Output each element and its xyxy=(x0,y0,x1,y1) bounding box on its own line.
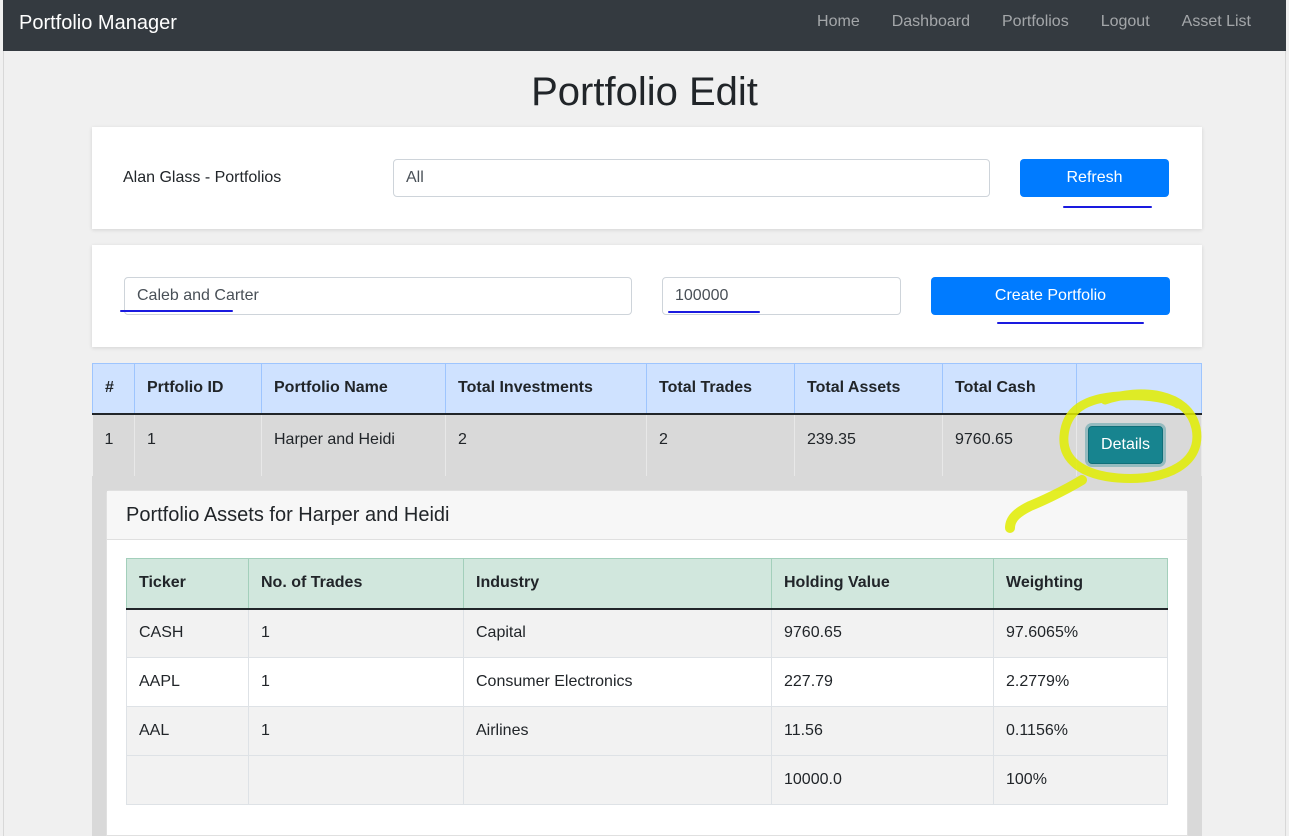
col-total-investments: Total Investments xyxy=(445,363,647,415)
cell-index: 1 xyxy=(92,413,135,476)
totals-row: 10000.0 100% xyxy=(126,755,1168,805)
cell-portfolio-id: 1 xyxy=(134,413,262,476)
nav-links: Home Dashboard Portfolios Logout Asset L… xyxy=(817,13,1286,31)
cell-industry: Airlines xyxy=(463,706,772,756)
table-row: CASH 1 Capital 9760.65 97.6065% xyxy=(126,608,1168,658)
cell-holding-value: 227.79 xyxy=(771,657,994,707)
create-portfolio-button[interactable]: Create Portfolio xyxy=(931,277,1170,315)
brand-logo[interactable]: Portfolio Manager xyxy=(19,12,177,35)
col-weighting: Weighting xyxy=(993,558,1168,610)
cell-industry: Capital xyxy=(463,608,772,658)
portfolios-table-header: # Prtfolio ID Portfolio Name Total Inves… xyxy=(92,363,1202,415)
col-number-of-trades: No. of Trades xyxy=(248,558,464,610)
col-total-assets: Total Assets xyxy=(794,363,943,415)
create-portfolio-card: Caleb and Carter 100000 Create Portfolio xyxy=(92,245,1202,347)
owner-label: Alan Glass - Portfolios xyxy=(123,169,282,186)
cell-weighting: 2.2779% xyxy=(993,657,1168,707)
nav-logout-link[interactable]: Logout xyxy=(1101,13,1150,31)
table-row: AAPL 1 Consumer Electronics 227.79 2.277… xyxy=(126,657,1168,707)
table-row: 1 1 Harper and Heidi 2 2 239.35 9760.65 xyxy=(92,413,1202,476)
portfolio-filter-card: Alan Glass - Portfolios All Refresh xyxy=(92,127,1202,229)
col-total-trades: Total Trades xyxy=(646,363,795,415)
assets-table: Ticker No. of Trades Industry Holding Va… xyxy=(126,558,1168,805)
cell-ticker: AAL xyxy=(126,706,249,756)
portfolio-filter-select[interactable]: All xyxy=(393,159,990,197)
nav-asset-list-link[interactable]: Asset List xyxy=(1182,13,1251,31)
cell-trades: 1 xyxy=(248,657,464,707)
col-actions xyxy=(1076,363,1202,415)
cell-total-trades: 2 xyxy=(646,413,795,476)
col-industry: Industry xyxy=(463,558,772,610)
cell-total-cash: 9760.65 xyxy=(942,413,1077,476)
cell-empty xyxy=(126,755,249,805)
initial-cash-input[interactable]: 100000 xyxy=(662,277,901,315)
ink-underline-create xyxy=(997,322,1144,324)
col-ticker: Ticker xyxy=(126,558,249,610)
cell-empty xyxy=(463,755,772,805)
cell-total-weighting: 100% xyxy=(993,755,1168,805)
cell-weighting: 0.1156% xyxy=(993,706,1168,756)
cell-total-assets: 239.35 xyxy=(794,413,943,476)
cell-weighting: 97.6065% xyxy=(993,608,1168,658)
col-holding-value: Holding Value xyxy=(771,558,994,610)
ink-underline-name xyxy=(120,310,233,312)
nav-portfolios-link[interactable]: Portfolios xyxy=(1002,13,1069,31)
cell-total-investments: 2 xyxy=(445,413,647,476)
col-index: # xyxy=(92,363,135,415)
refresh-button[interactable]: Refresh xyxy=(1020,159,1169,197)
cell-portfolio-name: Harper and Heidi xyxy=(261,413,446,476)
ink-underline-amount xyxy=(668,311,760,313)
cell-total-holding-value: 10000.0 xyxy=(771,755,994,805)
navbar: Portfolio Manager Home Dashboard Portfol… xyxy=(3,0,1286,51)
cell-trades: 1 xyxy=(248,608,464,658)
portfolio-filter-value: All xyxy=(406,169,424,186)
cell-ticker: CASH xyxy=(126,608,249,658)
details-button[interactable]: Details xyxy=(1088,426,1163,464)
portfolios-table: # Prtfolio ID Portfolio Name Total Inves… xyxy=(92,363,1202,476)
assets-table-header: Ticker No. of Trades Industry Holding Va… xyxy=(126,558,1168,610)
page-title: Portfolio Edit xyxy=(531,70,758,114)
col-portfolio-name: Portfolio Name xyxy=(261,363,446,415)
cell-holding-value: 9760.65 xyxy=(771,608,994,658)
cell-ticker: AAPL xyxy=(126,657,249,707)
cell-holding-value: 11.56 xyxy=(771,706,994,756)
col-portfolio-id: Prtfolio ID xyxy=(134,363,262,415)
cell-empty xyxy=(248,755,464,805)
cell-industry: Consumer Electronics xyxy=(463,657,772,707)
nav-home-link[interactable]: Home xyxy=(817,13,860,31)
portfolio-name-value: Caleb and Carter xyxy=(137,287,259,304)
table-row: AAL 1 Airlines 11.56 0.1156% xyxy=(126,706,1168,756)
cell-trades: 1 xyxy=(248,706,464,756)
nav-dashboard-link[interactable]: Dashboard xyxy=(892,13,970,31)
initial-cash-value: 100000 xyxy=(675,287,729,304)
portfolio-assets-title: Portfolio Assets for Harper and Heidi xyxy=(107,491,1187,540)
col-total-cash: Total Cash xyxy=(942,363,1077,415)
ink-underline-refresh xyxy=(1063,206,1152,208)
